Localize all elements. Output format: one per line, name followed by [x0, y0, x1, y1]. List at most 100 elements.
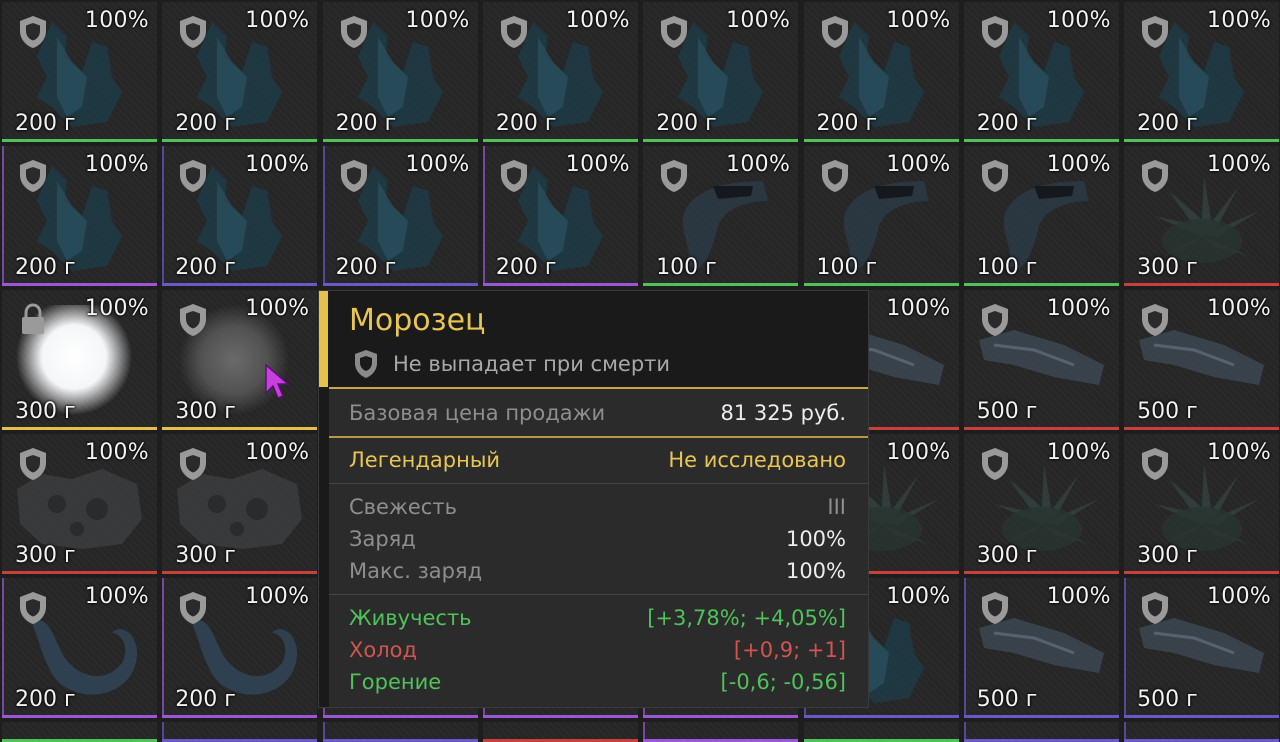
- rarity-label: Легендарный: [349, 448, 501, 472]
- charge-percent: 100%: [245, 152, 310, 177]
- inventory-slot[interactable]: [643, 722, 799, 742]
- shield-icon: [339, 159, 369, 193]
- charge-percent: 100%: [1206, 584, 1272, 609]
- inventory-slot[interactable]: 100% 300 г: [162, 290, 318, 430]
- inventory-slot[interactable]: 100% 200 г: [2, 578, 157, 718]
- inventory-slot[interactable]: [482, 722, 638, 742]
- max-charge-row: Макс. заряд 100%: [349, 559, 846, 583]
- divider: [329, 436, 868, 438]
- inventory-slot[interactable]: 100% 300 г: [1124, 434, 1280, 574]
- stat-value: [+3,78%; +4,05%]: [647, 606, 846, 630]
- inventory-slot[interactable]: 100% 300 г: [162, 434, 318, 574]
- item-weight: 200 г: [175, 111, 236, 136]
- inventory-slot[interactable]: 100% 300 г: [2, 290, 157, 430]
- charge-row: Заряд 100%: [349, 527, 846, 551]
- inventory-slot[interactable]: 100% 200 г: [482, 146, 638, 286]
- tooltip-body: Базовая цена продажи 81 325 руб. Легенда…: [329, 389, 868, 707]
- inventory-slot[interactable]: 100% 200 г: [162, 2, 318, 142]
- stat-row: Живучесть [+3,78%; +4,05%]: [349, 606, 846, 630]
- inventory-slot[interactable]: 100% 100 г: [643, 146, 799, 286]
- inventory-slot[interactable]: 100% 200 г: [162, 578, 318, 718]
- inventory-slot[interactable]: 100% 300 г: [963, 434, 1119, 574]
- shield-icon: [1140, 303, 1170, 337]
- inventory-slot[interactable]: 100% 100 г: [963, 146, 1119, 286]
- stat-label: Горение: [349, 670, 442, 694]
- inventory-slot[interactable]: 100% 500 г: [1124, 290, 1280, 430]
- charge-percent: 100%: [886, 296, 951, 321]
- inventory-slot[interactable]: [803, 722, 959, 742]
- inventory-slot[interactable]: 100% 100 г: [803, 146, 959, 286]
- shield-icon: [18, 591, 48, 625]
- item-weight: 300 г: [15, 399, 76, 424]
- freshness-row: Свежесть III: [349, 495, 846, 519]
- inventory-slot[interactable]: [322, 722, 478, 742]
- charge-percent: 100%: [405, 152, 470, 177]
- inventory-slot[interactable]: 100% 200 г: [322, 146, 478, 286]
- inventory-slot[interactable]: 100% 200 г: [162, 146, 318, 286]
- item-weight: 200 г: [335, 111, 397, 136]
- no-drop-line: Не выпадает при смерти: [353, 349, 670, 379]
- inventory-slot[interactable]: 100% 500 г: [963, 578, 1119, 718]
- shield-icon: [178, 15, 208, 49]
- shield-icon: [980, 15, 1010, 49]
- item-weight: 200 г: [1137, 111, 1198, 136]
- charge-percent: 100%: [84, 584, 149, 609]
- mouse-cursor-icon: [265, 363, 291, 399]
- inventory-slot[interactable]: [963, 722, 1119, 742]
- inventory-slot[interactable]: 100% 200 г: [482, 2, 638, 142]
- item-weight: 300 г: [175, 399, 236, 424]
- inventory-slot[interactable]: 100% 300 г: [1124, 146, 1280, 286]
- shield-icon: [1140, 15, 1170, 49]
- inventory-slot[interactable]: 100% 200 г: [963, 2, 1119, 142]
- charge-percent: 100%: [1206, 440, 1272, 465]
- shield-icon: [980, 591, 1010, 625]
- charge-percent: 100%: [1046, 296, 1111, 321]
- shield-icon: [820, 15, 850, 49]
- item-weight: 200 г: [656, 111, 717, 136]
- charge-percent: 100%: [1206, 296, 1272, 321]
- shield-icon: [980, 303, 1010, 337]
- freshness-label: Свежесть: [349, 495, 457, 519]
- charge-percent: 100%: [84, 296, 149, 321]
- item-weight: 100 г: [816, 255, 878, 280]
- inventory-slot[interactable]: 100% 500 г: [1124, 578, 1280, 718]
- no-drop-text: Не выпадает при смерти: [393, 352, 671, 376]
- item-weight: 500 г: [1137, 687, 1198, 712]
- inventory-slot[interactable]: 100% 200 г: [2, 146, 157, 286]
- charge-percent: 100%: [726, 152, 791, 177]
- tooltip-accent-bar: [319, 291, 328, 387]
- inventory-slot[interactable]: 100% 200 г: [803, 2, 959, 142]
- charge-percent: 100%: [1206, 152, 1272, 177]
- charge-percent: 100%: [726, 8, 791, 33]
- charge-percent: 100%: [886, 152, 951, 177]
- inventory-slot[interactable]: 100% 200 г: [643, 2, 799, 142]
- shield-icon: [1140, 447, 1170, 481]
- inventory-slot[interactable]: 100% 300 г: [2, 434, 157, 574]
- item-weight: 200 г: [15, 687, 76, 712]
- inventory-slot[interactable]: 100% 200 г: [1124, 2, 1280, 142]
- inventory-slot[interactable]: 100% 200 г: [2, 2, 157, 142]
- charge-percent: 100%: [1046, 440, 1111, 465]
- stat-row: Горение [-0,6; -0,56]: [349, 670, 846, 694]
- shield-icon: [355, 350, 377, 378]
- inventory-slot[interactable]: [2, 722, 157, 742]
- shield-icon: [339, 15, 369, 49]
- inventory-slot[interactable]: 100% 200 г: [322, 2, 478, 142]
- shield-icon: [980, 447, 1010, 481]
- inventory-slot[interactable]: [162, 722, 318, 742]
- inventory-slot[interactable]: [1124, 722, 1280, 742]
- charge-percent: 100%: [1046, 584, 1111, 609]
- item-weight: 200 г: [816, 111, 878, 136]
- shield-icon: [178, 447, 208, 481]
- shield-icon: [178, 159, 208, 193]
- inventory-slot[interactable]: 100% 500 г: [963, 290, 1119, 430]
- charge-percent: 100%: [1046, 152, 1111, 177]
- charge-value: 100%: [785, 527, 846, 551]
- research-status: Не исследовано: [668, 448, 846, 472]
- item-weight: 500 г: [976, 399, 1038, 424]
- rarity-row: Легендарный Не исследовано: [349, 448, 846, 472]
- base-price-value: 81 325 руб.: [720, 401, 846, 425]
- shield-icon: [499, 159, 529, 193]
- item-weight: 300 г: [175, 543, 236, 568]
- shield-icon: [18, 15, 48, 49]
